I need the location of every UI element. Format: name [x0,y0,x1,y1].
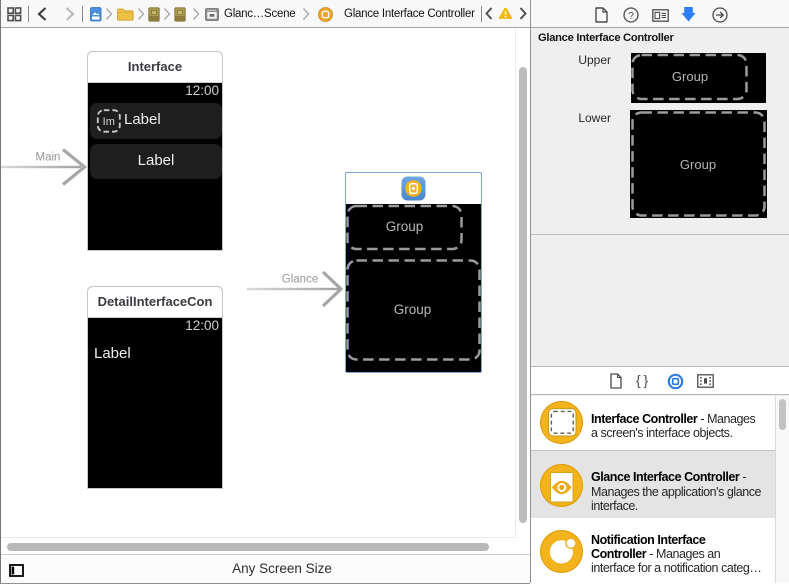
svg-text:Im: Im [103,116,115,128]
svg-text:Group: Group [680,157,716,172]
svg-text:Main: Main [36,152,61,164]
svg-text:?: ? [628,10,634,22]
svg-text:Group: Group [386,219,424,234]
svg-text:Glance: Glance [282,274,318,286]
svg-text:Group: Group [672,69,708,84]
svg-text:Group: Group [394,302,432,317]
